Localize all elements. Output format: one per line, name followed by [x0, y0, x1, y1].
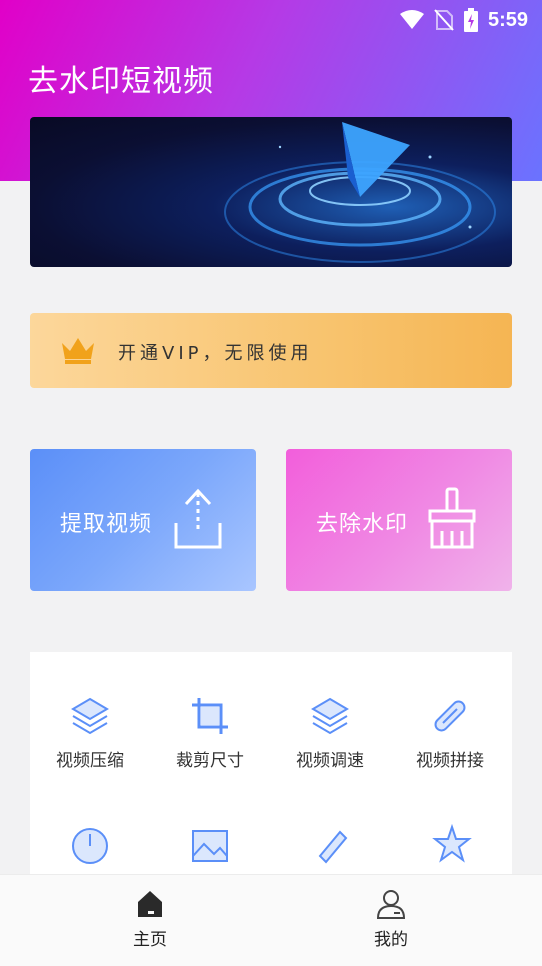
broom-icon: [428, 487, 476, 549]
upload-icon: [174, 488, 222, 549]
promo-banner[interactable]: [30, 117, 512, 267]
page-title: 去水印短视频: [28, 64, 214, 99]
nav-profile[interactable]: 我的: [331, 889, 451, 950]
tool-label: 裁剪尺寸: [176, 751, 244, 771]
crop-icon: [192, 698, 228, 734]
nav-label: 主页: [133, 930, 167, 950]
pen-icon[interactable]: [312, 824, 352, 864]
tool-label: 视频压缩: [56, 751, 124, 771]
clock-time: 5:59: [487, 8, 528, 31]
remove-watermark-label: 去除水印: [316, 512, 409, 537]
star-icon[interactable]: [432, 824, 472, 864]
no-sim-icon: [434, 9, 454, 31]
tool-video-compress[interactable]: 视频压缩: [30, 696, 150, 771]
tools-panel: 视频压缩 裁剪尺寸 视频调速 视频拼接: [30, 652, 512, 874]
nav-label: 我的: [374, 930, 408, 950]
tool-video-join[interactable]: 视频拼接: [390, 696, 510, 771]
tool-label: 视频调速: [296, 751, 364, 771]
remove-watermark-button[interactable]: 去除水印: [286, 449, 512, 591]
layers-icon: [311, 697, 349, 735]
tool-crop-size[interactable]: 裁剪尺寸: [150, 696, 270, 771]
user-icon: [376, 890, 406, 919]
clock-icon[interactable]: [70, 826, 110, 866]
tool-video-speed[interactable]: 视频调速: [270, 696, 390, 771]
battery-icon: [463, 8, 478, 32]
wifi-icon: [399, 10, 424, 29]
vip-upgrade-banner[interactable]: 开通VIP，无限使用: [30, 313, 512, 388]
extract-video-button[interactable]: 提取视频: [30, 449, 256, 591]
tool-label: 视频拼接: [416, 751, 484, 771]
layers-icon: [71, 697, 109, 735]
video-play-graphic: [224, 122, 496, 263]
bottom-navigation: 主页 我的: [0, 874, 542, 966]
crown-icon: [62, 338, 94, 364]
nav-home[interactable]: 主页: [90, 889, 210, 950]
home-icon: [138, 891, 162, 917]
paperclip-icon: [434, 700, 466, 732]
vip-text: 开通VIP，无限使用: [118, 343, 313, 364]
extract-video-label: 提取视频: [60, 512, 153, 537]
image-icon[interactable]: [190, 828, 230, 868]
status-bar: 5:59: [0, 0, 542, 38]
